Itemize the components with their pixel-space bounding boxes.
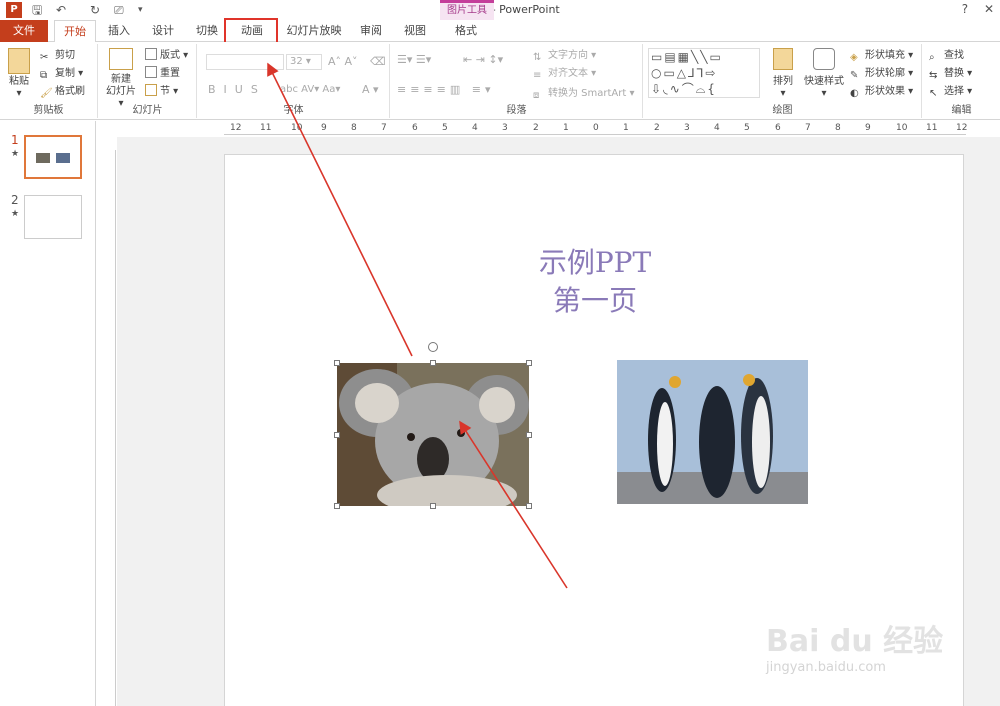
watermark-main: Bai du 经验	[766, 624, 944, 659]
arrow-to-koala-picture	[459, 420, 568, 589]
arrow-to-animations-tab	[267, 62, 413, 357]
baidu-watermark: Bai du 经验 jingyan.baidu.com	[760, 600, 960, 680]
watermark-sub: jingyan.baidu.com	[766, 660, 886, 675]
